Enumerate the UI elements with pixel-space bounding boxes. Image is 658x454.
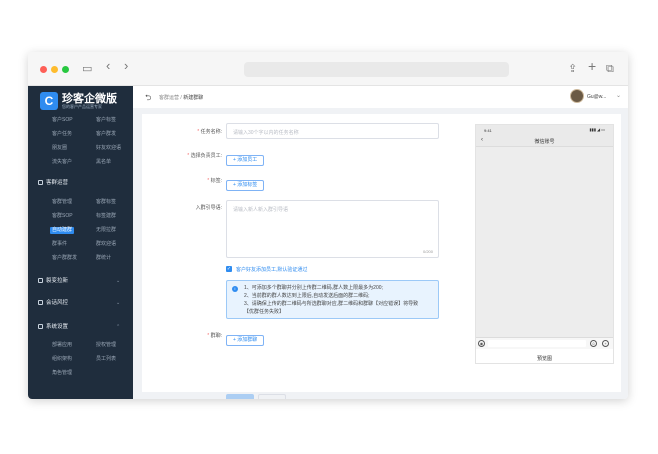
sidebar-item[interactable]: 客群SOP bbox=[52, 213, 73, 220]
plus-icon: + bbox=[602, 340, 609, 347]
info-line: 3、请确保上传的群二维码与所选群聊对应,群二维码和群聊【对应错误】将导致 bbox=[244, 301, 419, 307]
tab-overview-icon[interactable]: ⧉ bbox=[606, 62, 614, 76]
phone-status-bar: 9:41 ▮▮▮ ◢ ▭ bbox=[476, 125, 613, 135]
sidebar-group-risk[interactable]: 会话风控 ⌄ bbox=[38, 299, 120, 307]
sidebar-item[interactable]: 客群标签 bbox=[96, 199, 116, 206]
new-tab-icon[interactable]: + bbox=[588, 59, 596, 73]
sidebar-item[interactable]: 群事件 bbox=[52, 241, 67, 248]
auto-accept-label[interactable]: 客户好友添加员工,默认验证通过 bbox=[236, 266, 307, 273]
maximize-window-button[interactable] bbox=[62, 66, 69, 73]
sidebar-item[interactable]: 黑名单 bbox=[96, 159, 111, 166]
greeting-placeholder: 请输入新人新入群引导语 bbox=[233, 207, 289, 213]
shield-icon bbox=[38, 300, 43, 306]
sidebar: C 珍客企微版 您的客户产品运营专家 客户SOP 客户标签 客户任务 客户群发 … bbox=[28, 86, 133, 399]
logo-subtitle: 您的客户产品运营专家 bbox=[62, 104, 102, 109]
info-line: 1、可添加多个群聊并分别上传群二维码,群人数上限最多为200; bbox=[244, 285, 383, 291]
sidebar-group-settings[interactable]: 系统设置 ⌃ bbox=[38, 323, 120, 331]
add-tag-button[interactable]: + 添加标签 bbox=[226, 180, 265, 191]
task-name-label: * 任务名称: bbox=[197, 129, 222, 135]
close-window-button[interactable] bbox=[40, 66, 47, 73]
sidebar-item[interactable]: 好友欢迎语 bbox=[96, 145, 121, 152]
sidebar-item[interactable]: 无限拉群 bbox=[96, 227, 116, 234]
signal-battery-icon: ▮▮▮ ◢ ▭ bbox=[589, 127, 605, 132]
browser-window: ▭ ‹ › ⇪ + ⧉ C 珍客企微版 您的客户产品运营专家 客户SOP 客户标… bbox=[28, 52, 628, 399]
sidebar-item[interactable]: 角色管理 bbox=[52, 370, 72, 377]
sidebar-group-community[interactable]: 客群运营 bbox=[38, 179, 68, 187]
phone-preview: 9:41 ▮▮▮ ◢ ▭ ‹ 微信账号 ◉ ☺ + 預览图 bbox=[475, 124, 614, 364]
chevron-down-icon: ⌄ bbox=[116, 278, 121, 284]
emoji-icon: ☺ bbox=[590, 340, 597, 347]
info-line: 2、当前群的群人数达到上限后,自动发送后面的群二维码; bbox=[244, 293, 370, 299]
sidebar-item[interactable]: 群统计 bbox=[96, 255, 111, 262]
chevron-up-icon: ⌃ bbox=[116, 324, 121, 330]
sidebar-item[interactable]: 客户群发 bbox=[96, 131, 116, 138]
cancel-button[interactable] bbox=[258, 394, 286, 399]
info-icon: i bbox=[232, 286, 238, 292]
sidebar-item[interactable]: 标签建群 bbox=[96, 213, 116, 220]
tag-label: * 标签: bbox=[207, 178, 222, 184]
minimize-window-button[interactable] bbox=[51, 66, 58, 73]
chevron-down-icon[interactable]: ⌄ bbox=[616, 92, 621, 99]
sidebar-item[interactable]: 流失客户 bbox=[52, 159, 72, 166]
voice-icon: ◉ bbox=[478, 340, 485, 347]
sidebar-item[interactable]: 组织架构 bbox=[52, 356, 72, 363]
sidebar-item[interactable]: 部署应用 bbox=[52, 342, 72, 349]
page-header: ⮌ 客群运营 / 新建群聊 Gu@w... ⌄ bbox=[133, 86, 628, 108]
form-card: * 任务名称: 请输入30个字以内的任务名称 * 选择负责员工: + 添加员工 … bbox=[142, 114, 621, 399]
app-logo: C 珍客企微版 您的客户产品运营专家 bbox=[40, 90, 128, 114]
preview-caption: 預览图 bbox=[536, 356, 552, 362]
add-group-button[interactable]: + 添加群聊 bbox=[226, 335, 265, 346]
sidebar-item-auto-group[interactable]: 自动建群 bbox=[50, 227, 75, 234]
auto-accept-checkbox[interactable]: ✓ bbox=[226, 266, 232, 272]
task-name-input[interactable]: 请输入30个字以内的任务名称 bbox=[226, 123, 439, 139]
breadcrumb-parent[interactable]: 客群运营 bbox=[159, 95, 179, 101]
sidebar-item[interactable]: 客户SOP bbox=[52, 117, 73, 124]
breadcrumb-current: 新建群聊 bbox=[183, 95, 204, 101]
funnel-icon bbox=[38, 278, 43, 284]
info-line: 【优群任务失败】 bbox=[244, 309, 285, 315]
submit-button[interactable] bbox=[226, 394, 254, 399]
group-label: * 群聊: bbox=[207, 333, 222, 339]
owner-label: * 选择负责员工: bbox=[187, 153, 222, 159]
sidebar-item[interactable]: 客户群群发 bbox=[52, 255, 77, 262]
address-bar[interactable] bbox=[244, 62, 509, 77]
phone-input-bar: ◉ ☺ + bbox=[476, 337, 613, 349]
gear-icon bbox=[38, 324, 43, 330]
sidebar-item[interactable]: 客户任务 bbox=[52, 131, 72, 138]
sidebar-toggle-icon[interactable]: ▭ bbox=[82, 62, 92, 76]
phone-title: 微信账号 bbox=[534, 139, 555, 145]
sidebar-item[interactable]: 客群管理 bbox=[52, 199, 72, 206]
undo-back-icon[interactable]: ⮌ bbox=[145, 92, 151, 106]
sidebar-item[interactable]: 员工列表 bbox=[96, 356, 116, 363]
sidebar-item[interactable]: 客户标签 bbox=[96, 117, 116, 124]
group-icon bbox=[38, 180, 43, 186]
add-staff-button[interactable]: + 添加员工 bbox=[226, 155, 265, 166]
breadcrumb: 客群运营 / 新建群聊 bbox=[159, 95, 204, 101]
avatar[interactable] bbox=[570, 89, 584, 103]
forward-icon[interactable]: › bbox=[124, 59, 128, 73]
char-counter: 0/200 bbox=[422, 249, 433, 254]
info-notice: i 1、可添加多个群聊并分别上传群二维码,群人数上限最多为200; 2、当前群的… bbox=[226, 280, 439, 319]
user-name[interactable]: Gu@w... bbox=[587, 94, 606, 100]
phone-navbar: ‹ 微信账号 bbox=[476, 135, 613, 147]
browser-titlebar: ▭ ‹ › ⇪ + ⧉ bbox=[28, 52, 628, 86]
sidebar-group-funnel[interactable]: 裂变拉新 ⌄ bbox=[38, 277, 120, 285]
phone-chat-area bbox=[476, 147, 613, 337]
greeting-textarea[interactable]: 请输入新人新入群引导语 0/200 bbox=[226, 200, 439, 258]
sidebar-item[interactable]: 群欢迎语 bbox=[96, 241, 116, 248]
main-content: * 任务名称: 请输入30个字以内的任务名称 * 选择负责员工: + 添加员工 … bbox=[133, 108, 628, 399]
sidebar-item[interactable]: 授权管理 bbox=[96, 342, 116, 349]
chevron-down-icon: ⌄ bbox=[116, 300, 121, 306]
share-icon[interactable]: ⇪ bbox=[568, 62, 577, 76]
sidebar-item[interactable]: 朋友圈 bbox=[52, 145, 67, 152]
phone-time: 9:41 bbox=[484, 128, 492, 133]
phone-message-input bbox=[488, 340, 586, 347]
back-icon[interactable]: ‹ bbox=[106, 59, 110, 73]
greeting-label: 入群引导语: bbox=[195, 205, 222, 211]
logo-mark: C bbox=[40, 92, 58, 110]
